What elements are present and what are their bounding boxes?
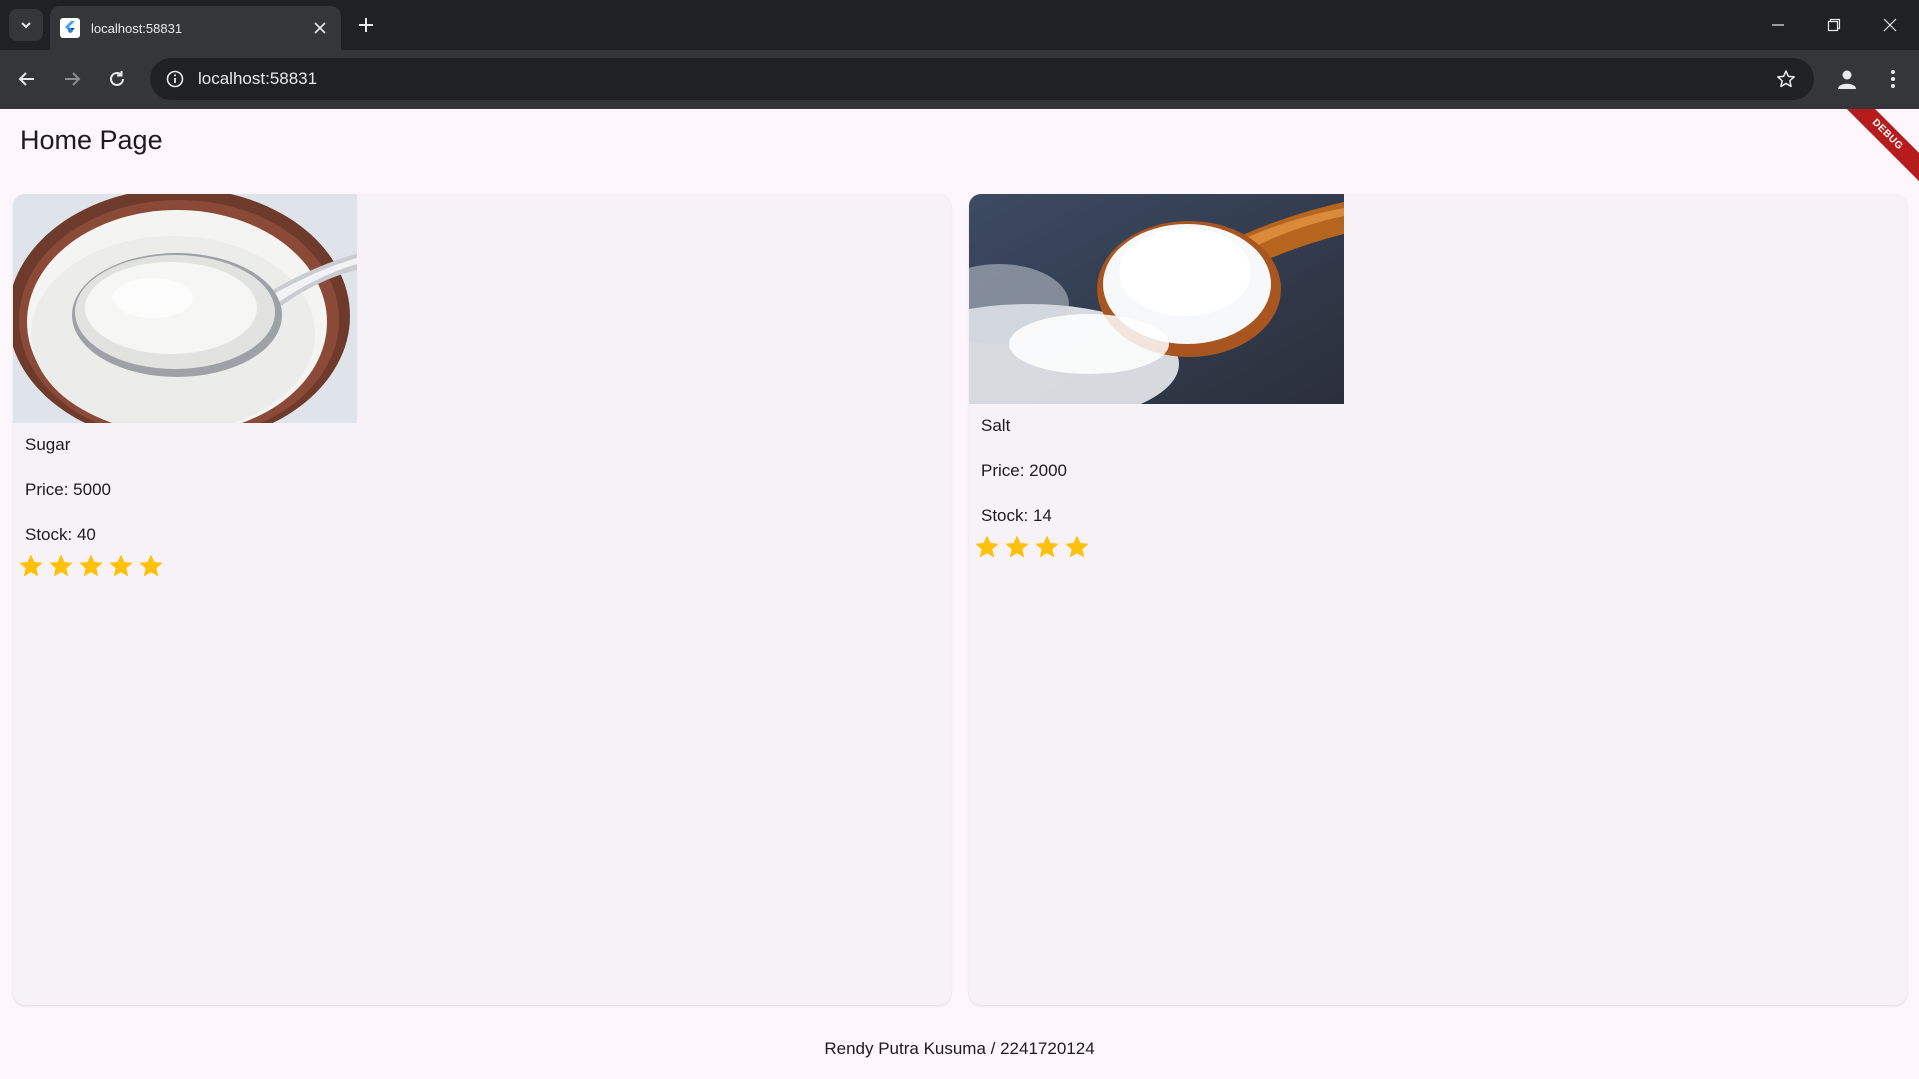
salt-image	[969, 194, 1344, 404]
product-stock: Stock: 40	[25, 525, 96, 544]
sugar-image	[13, 194, 357, 423]
new-tab-button[interactable]	[350, 9, 382, 41]
url-text[interactable]: localhost:58831	[198, 69, 1766, 89]
minimize-button[interactable]	[1750, 0, 1806, 50]
close-icon	[1883, 18, 1897, 32]
product-name: Salt	[981, 416, 1011, 435]
profile-button[interactable]	[1830, 62, 1864, 96]
reload-icon	[110, 71, 124, 86]
product-price: Price: 2000	[981, 461, 1067, 480]
forward-button[interactable]	[55, 62, 89, 96]
footer-credit: Rendy Putra Kusuma / 2241720124	[824, 1039, 1095, 1058]
tab-search-button[interactable]	[9, 9, 43, 41]
tab-title: localhost:58831	[91, 20, 183, 36]
info-icon	[166, 70, 184, 88]
site-info-button[interactable]	[154, 58, 196, 100]
star-icon	[1002, 532, 1032, 562]
restore-icon	[1827, 18, 1841, 32]
product-price: Price: 5000	[25, 480, 111, 499]
product-rating	[16, 551, 951, 581]
address-bar[interactable]: localhost:58831	[150, 58, 1814, 100]
minimize-icon	[1772, 24, 1784, 26]
browser-tabstrip: localhost:58831	[0, 0, 1919, 50]
debug-banner: DEBUG	[1830, 109, 1919, 192]
star-icon	[972, 532, 1002, 562]
star-outline-icon	[1777, 70, 1795, 88]
browser-tab[interactable]: localhost:58831	[50, 6, 341, 50]
page-title: Home Page	[20, 125, 163, 155]
product-card-salt[interactable]: Salt Price: 2000 Stock: 14	[969, 194, 1907, 1005]
restore-button[interactable]	[1806, 0, 1862, 50]
back-button[interactable]	[10, 62, 44, 96]
reload-button[interactable]	[100, 62, 134, 96]
star-icon	[106, 551, 136, 581]
browser-menu-button[interactable]	[1876, 62, 1910, 96]
star-icon	[136, 551, 166, 581]
star-icon	[76, 551, 106, 581]
person-icon	[1838, 70, 1856, 89]
chevron-down-icon	[21, 22, 31, 29]
kebab-menu-icon	[1891, 70, 1895, 88]
close-icon	[314, 22, 326, 34]
star-icon	[1062, 532, 1092, 562]
browser-toolbar: localhost:58831	[0, 50, 1919, 109]
star-icon	[1032, 532, 1062, 562]
plus-icon	[359, 18, 373, 32]
star-icon	[16, 551, 46, 581]
product-rating	[972, 532, 1907, 562]
tab-close-button[interactable]	[307, 15, 333, 41]
star-icon	[46, 551, 76, 581]
bookmark-button[interactable]	[1766, 59, 1806, 99]
app-page: DEBUG Home Page Sugar Price: 5000 Stock:…	[0, 109, 1919, 1079]
product-stock: Stock: 14	[981, 506, 1052, 525]
close-window-button[interactable]	[1862, 0, 1918, 50]
arrow-left-icon	[18, 72, 34, 86]
product-name: Sugar	[25, 435, 71, 454]
flutter-icon	[60, 18, 80, 38]
product-card-sugar[interactable]: Sugar Price: 5000 Stock: 40	[13, 194, 951, 1005]
arrow-right-icon	[65, 72, 81, 86]
